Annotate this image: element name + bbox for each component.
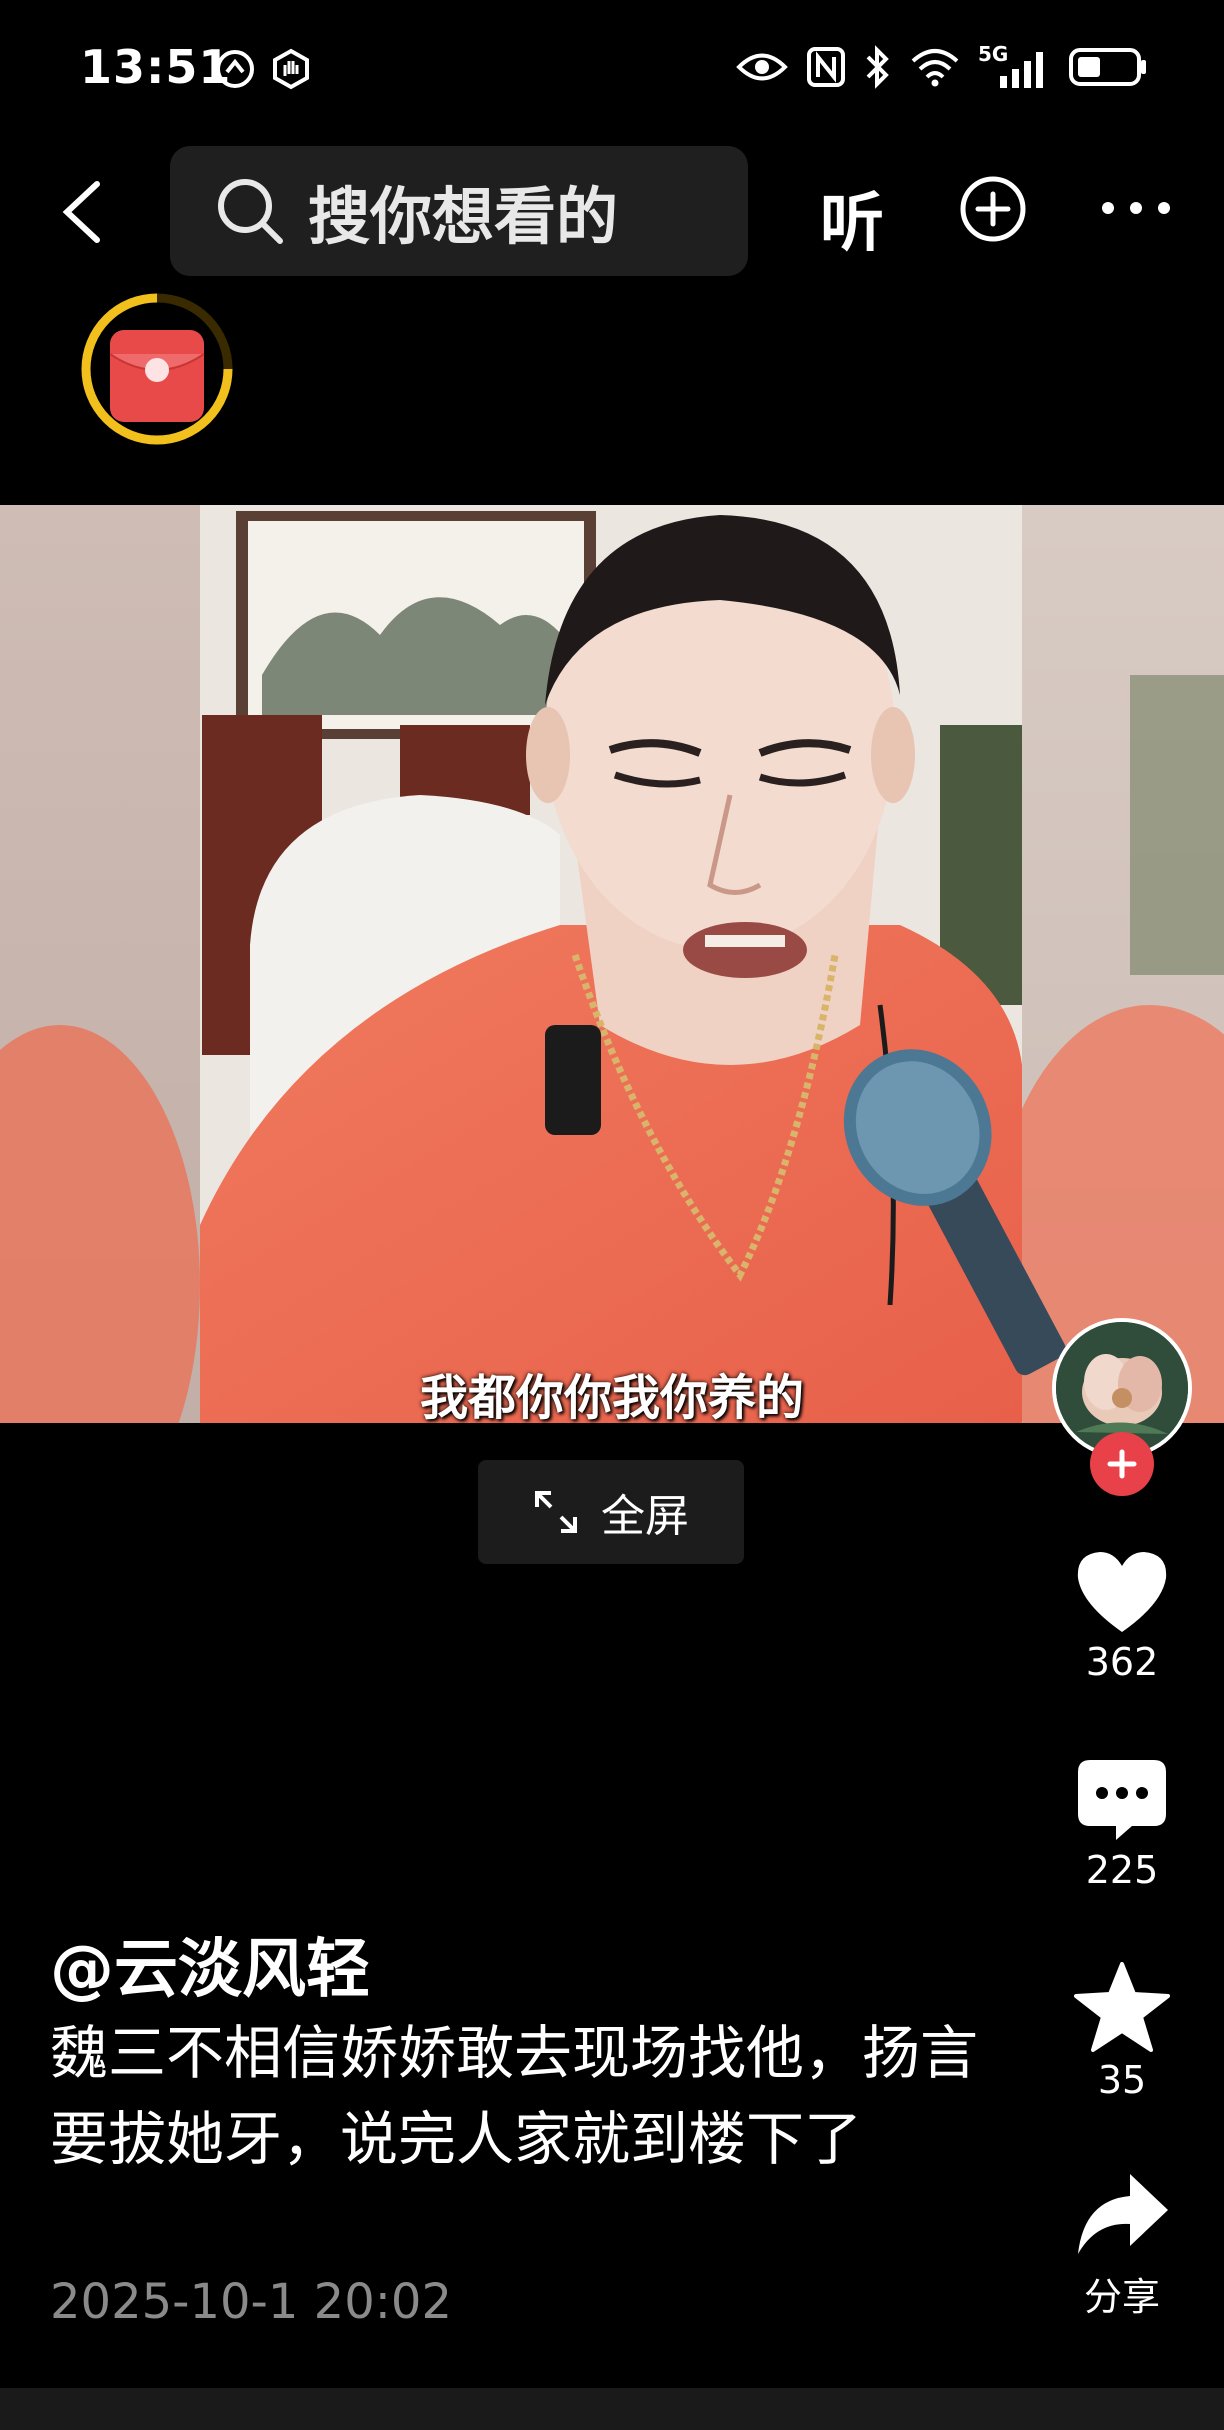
hand-badge-icon bbox=[273, 48, 309, 90]
search-icon bbox=[218, 179, 283, 244]
search-placeholder: 搜你想看的 bbox=[308, 180, 619, 253]
post-caption: 魏三不相信娇娇敢去现场找他，扬言要拔她牙，说完人家就到楼下了 bbox=[50, 2019, 979, 2173]
plus-circle-icon bbox=[960, 176, 1026, 242]
comment-icon bbox=[1078, 1760, 1166, 1840]
eye-icon bbox=[736, 53, 788, 81]
add-button[interactable] bbox=[958, 174, 1028, 248]
5g-signal-icon: 5G bbox=[978, 42, 1050, 90]
video-player[interactable] bbox=[0, 505, 1224, 1423]
status-right-icons: 5G bbox=[736, 42, 1148, 90]
share-label: 分享 bbox=[1083, 2275, 1160, 2319]
wifi-icon bbox=[911, 49, 959, 87]
like-button[interactable]: 362 bbox=[1060, 1548, 1184, 1684]
follow-button[interactable] bbox=[1090, 1432, 1154, 1496]
plus-icon bbox=[1107, 1449, 1137, 1479]
listen-button[interactable]: 听 bbox=[820, 172, 884, 264]
favorite-count: 35 bbox=[1097, 2058, 1147, 2102]
star-icon bbox=[1074, 1962, 1170, 2052]
bluetooth-icon bbox=[866, 45, 889, 89]
status-time: 13:51 bbox=[80, 40, 232, 94]
author-name[interactable]: @云淡风轻 bbox=[50, 1918, 370, 2010]
back-button[interactable] bbox=[46, 172, 116, 252]
share-button[interactable]: 分享 bbox=[1060, 2170, 1184, 2321]
more-dots-icon bbox=[1102, 202, 1170, 214]
red-packet-button[interactable] bbox=[78, 290, 236, 448]
more-button[interactable] bbox=[1100, 200, 1172, 220]
fullscreen-button[interactable]: 全屏 bbox=[478, 1460, 744, 1564]
comment-count: 225 bbox=[1085, 1848, 1159, 1892]
post-timestamp: 2025-10-1 20:02 bbox=[50, 2274, 452, 2330]
red-packet-icon bbox=[81, 293, 233, 445]
fullscreen-label: 全屏 bbox=[601, 1491, 689, 1542]
favorite-button[interactable]: 35 bbox=[1060, 1962, 1184, 2102]
speed-badge-icon bbox=[216, 50, 254, 88]
status-left-icons bbox=[214, 48, 312, 90]
comment-button[interactable]: 225 bbox=[1060, 1758, 1184, 1892]
heart-icon bbox=[1077, 1552, 1167, 1632]
like-count: 362 bbox=[1085, 1640, 1159, 1684]
status-bar: 13:51 5G bbox=[0, 0, 1224, 140]
video-subtitle: 我都你你我你养的 bbox=[419, 1370, 804, 1426]
video-thumbnail bbox=[0, 505, 1224, 1423]
comment-bar[interactable] bbox=[0, 2388, 1224, 2430]
chevron-left-icon bbox=[62, 181, 100, 243]
expand-icon bbox=[535, 1491, 577, 1533]
search-input[interactable]: 搜你想看的 bbox=[170, 146, 748, 276]
nfc-icon bbox=[807, 47, 845, 87]
share-arrow-icon bbox=[1078, 2174, 1168, 2254]
battery-icon bbox=[1069, 48, 1146, 86]
